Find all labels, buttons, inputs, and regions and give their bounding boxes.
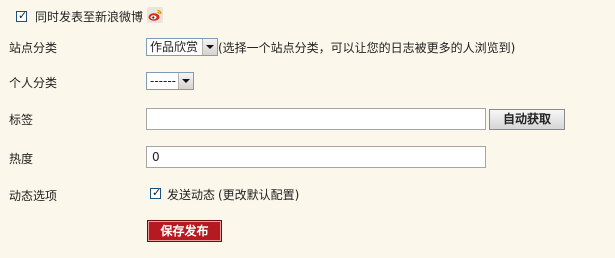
weibo-sync-label: 同时发表至新浪微博 <box>35 10 144 24</box>
weibo-icon <box>147 7 163 23</box>
heat-label: 热度 <box>9 152 34 166</box>
chevron-down-icon[interactable] <box>178 73 193 89</box>
site-category-value: 作品欣赏 <box>150 40 199 54</box>
personal-category-select[interactable]: ------ <box>146 72 194 90</box>
change-default-config-link[interactable]: (更改默认配置) <box>218 188 299 202</box>
personal-category-value: ------ <box>150 74 176 88</box>
tags-label: 标签 <box>9 113 34 127</box>
checkmark-icon: ✓ <box>18 9 28 22</box>
heat-input[interactable]: 0 <box>146 146 486 168</box>
site-category-label: 站点分类 <box>9 41 58 55</box>
checkmark-icon: ✓ <box>152 186 162 199</box>
personal-category-label: 个人分类 <box>9 76 58 90</box>
send-feed-checkbox[interactable]: ✓ <box>150 186 162 199</box>
tags-input[interactable] <box>146 108 486 130</box>
save-publish-button[interactable]: 保存发布 <box>147 220 222 242</box>
send-feed-label: 发送动态 <box>167 188 216 202</box>
site-category-select[interactable]: 作品欣赏 <box>146 38 218 56</box>
auto-fetch-tags-button[interactable]: 自动获取 <box>489 109 565 130</box>
weibo-sync-checkbox[interactable]: ✓ <box>16 9 28 22</box>
feed-options-label: 动态选项 <box>9 189 58 203</box>
site-category-hint: (选择一个站点分类，可以让您的日志被更多的人浏览到) <box>218 41 516 55</box>
chevron-down-icon[interactable] <box>202 39 217 55</box>
